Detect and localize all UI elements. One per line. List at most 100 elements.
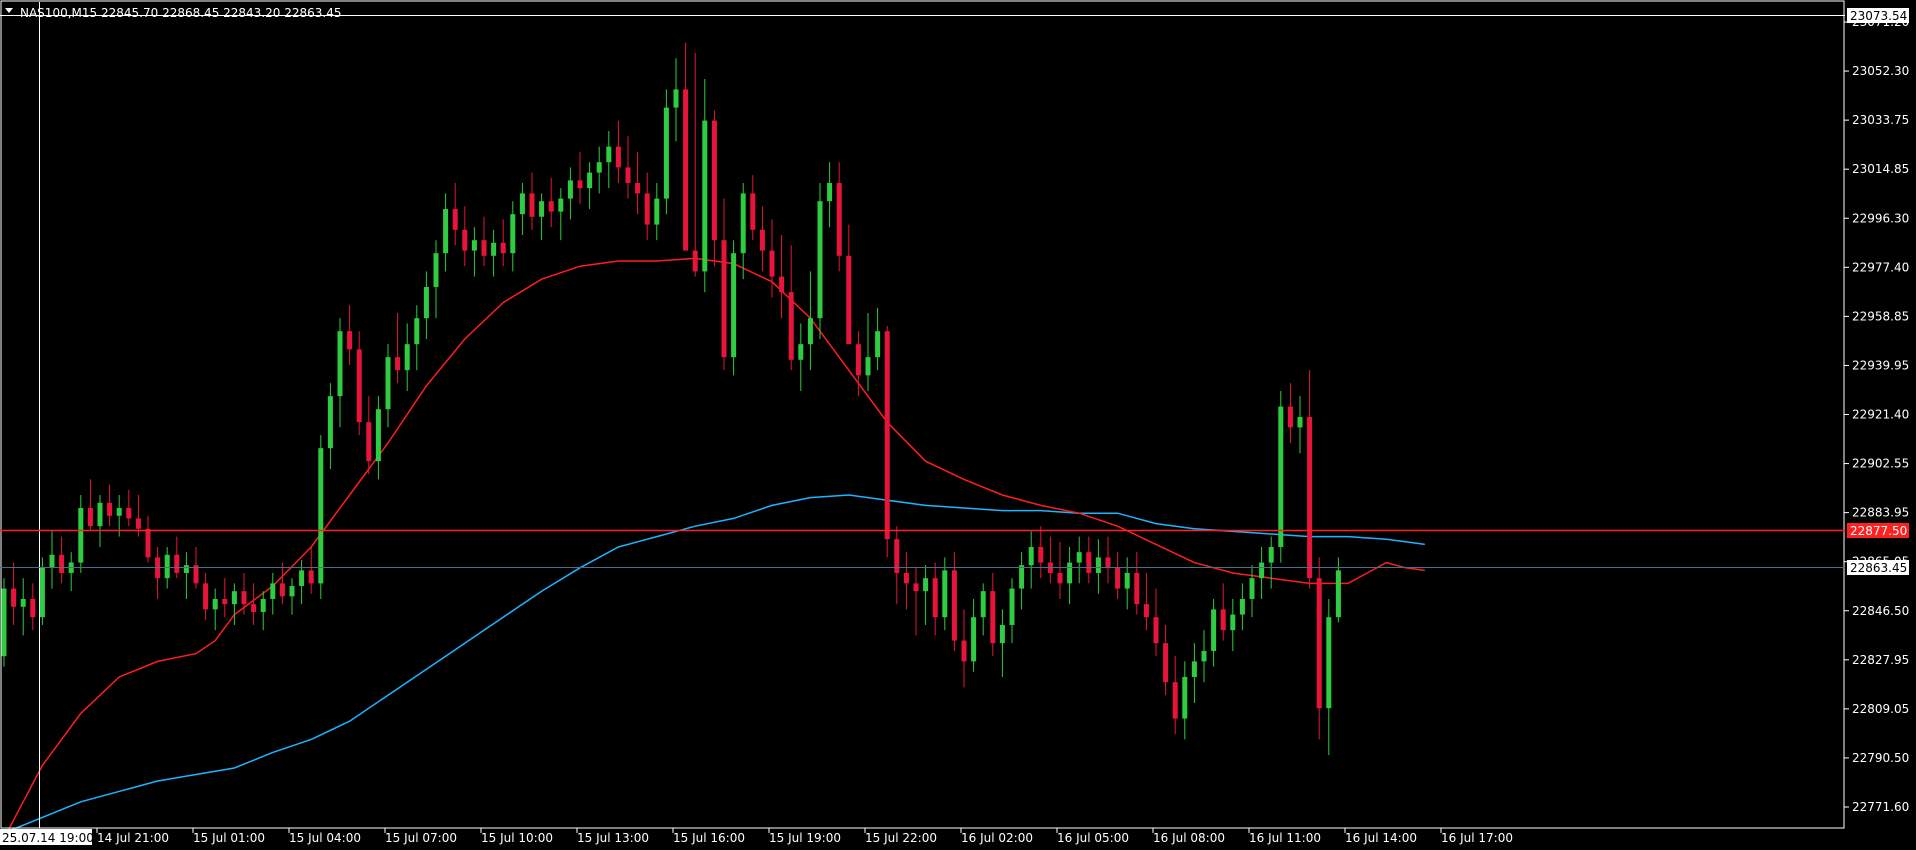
candle-body <box>558 198 564 212</box>
candle-body <box>999 624 1005 644</box>
candle-body <box>433 253 439 287</box>
candle-body <box>1182 676 1188 719</box>
candle-body <box>798 344 804 360</box>
candle-body <box>203 583 209 610</box>
candle-body <box>779 276 785 293</box>
current-price-tag-text: 22863.45 <box>1850 561 1907 575</box>
candle-body <box>1028 546 1034 566</box>
candle-body <box>385 357 391 410</box>
candle-body <box>855 344 861 376</box>
candle-body <box>1259 562 1265 579</box>
candle-body <box>1287 406 1293 428</box>
price-tick-label: 22921.40 <box>1852 408 1909 422</box>
candle-body <box>1095 557 1101 573</box>
candle-body <box>471 240 477 251</box>
candle <box>884 325 890 558</box>
price-tick-label: 22771.60 <box>1852 800 1909 814</box>
candle-body <box>942 570 948 618</box>
candle-body <box>78 507 84 563</box>
candle-body <box>923 578 929 592</box>
time-tick-label: 14 Jul 21:00 <box>97 831 169 845</box>
time-tick-label: 15 Jul 04:00 <box>289 831 361 845</box>
candle-body <box>980 591 986 618</box>
candle-body <box>788 292 794 360</box>
candle-body <box>548 201 554 212</box>
price-tick-label: 22827.95 <box>1852 653 1909 667</box>
time-tick-label: 15 Jul 22:00 <box>865 831 937 845</box>
candle-body <box>644 193 650 225</box>
price-tick-label: 22790.50 <box>1852 751 1909 765</box>
candle-body <box>395 357 401 371</box>
candle-body <box>327 396 333 449</box>
candle-body <box>337 331 343 397</box>
candle-body <box>1249 578 1255 599</box>
candle-body <box>577 180 583 189</box>
symbol-label: NAS100,M15 <box>20 6 97 20</box>
candle-body <box>884 331 890 540</box>
candle <box>817 182 823 339</box>
candle-body <box>1307 416 1313 579</box>
candle-body <box>692 250 698 272</box>
candle-body <box>951 570 957 641</box>
candle-body <box>1268 546 1274 563</box>
candle-body <box>1239 598 1245 615</box>
candle-body <box>1326 617 1332 709</box>
candle-body <box>49 554 55 568</box>
price-tick-label: 22996.30 <box>1852 211 1909 225</box>
candle-body <box>107 502 113 516</box>
time-tick-label: 15 Jul 16:00 <box>673 831 745 845</box>
candle-body <box>1067 562 1073 584</box>
candle-body <box>491 242 497 256</box>
candle-body <box>683 89 689 251</box>
candle-body <box>1115 567 1121 589</box>
candle-body <box>1124 572 1130 589</box>
candle-body <box>1335 570 1341 618</box>
candle-body <box>414 318 420 345</box>
candle-body <box>606 146 612 163</box>
time-tick-label: 15 Jul 01:00 <box>193 831 265 845</box>
candle-body <box>750 193 756 230</box>
candle-body <box>481 240 487 256</box>
candle-body <box>241 591 247 605</box>
time-tick-label: 15 Jul 07:00 <box>385 831 457 845</box>
candle-body <box>1076 552 1082 563</box>
price-chart[interactable]: NAS100,M15 22845.70 22868.45 22843.20 22… <box>0 0 1916 850</box>
price-tick-label: 22809.05 <box>1852 702 1909 716</box>
candle <box>663 89 669 215</box>
price-tick-label: 22883.95 <box>1852 506 1909 520</box>
candle-body <box>97 502 103 527</box>
candle-body <box>807 318 813 345</box>
candle-body <box>817 201 823 319</box>
candle-body <box>1316 578 1322 709</box>
candle-body <box>1038 546 1044 563</box>
time-tick-label: 16 Jul 05:00 <box>1057 831 1129 845</box>
candle-body <box>990 591 996 644</box>
candle-body <box>212 598 218 610</box>
price-tick-label: 23052.30 <box>1852 64 1909 78</box>
candle-body <box>260 598 266 612</box>
time-axis[interactable]: 14 Jul 21:00 15 Jul 01:00 15 Jul 04:00 15 J… <box>96 828 1513 845</box>
candle-body <box>721 240 727 358</box>
candle-body <box>289 585 295 597</box>
candle-body <box>1086 552 1092 573</box>
candle <box>731 240 737 376</box>
candle-body <box>183 565 189 573</box>
candle-body <box>1019 565 1025 589</box>
time-tick-label: 16 Jul 02:00 <box>961 831 1033 845</box>
candle-body <box>740 193 746 254</box>
candle-body <box>846 255 852 345</box>
candle-body <box>1211 609 1217 651</box>
chart-background <box>0 0 1916 850</box>
candle-body <box>299 570 305 586</box>
candle-body <box>654 198 660 225</box>
candle-body <box>759 229 765 251</box>
candle-body <box>913 583 919 592</box>
candle-body <box>318 448 324 584</box>
candle-body <box>587 172 593 189</box>
candle-body <box>404 344 410 371</box>
candle-body <box>174 554 180 573</box>
candle-body <box>30 598 36 618</box>
candle-body <box>1201 650 1207 662</box>
candle-body <box>1057 572 1063 584</box>
current-price-tag: 22863.45 <box>1847 560 1909 575</box>
